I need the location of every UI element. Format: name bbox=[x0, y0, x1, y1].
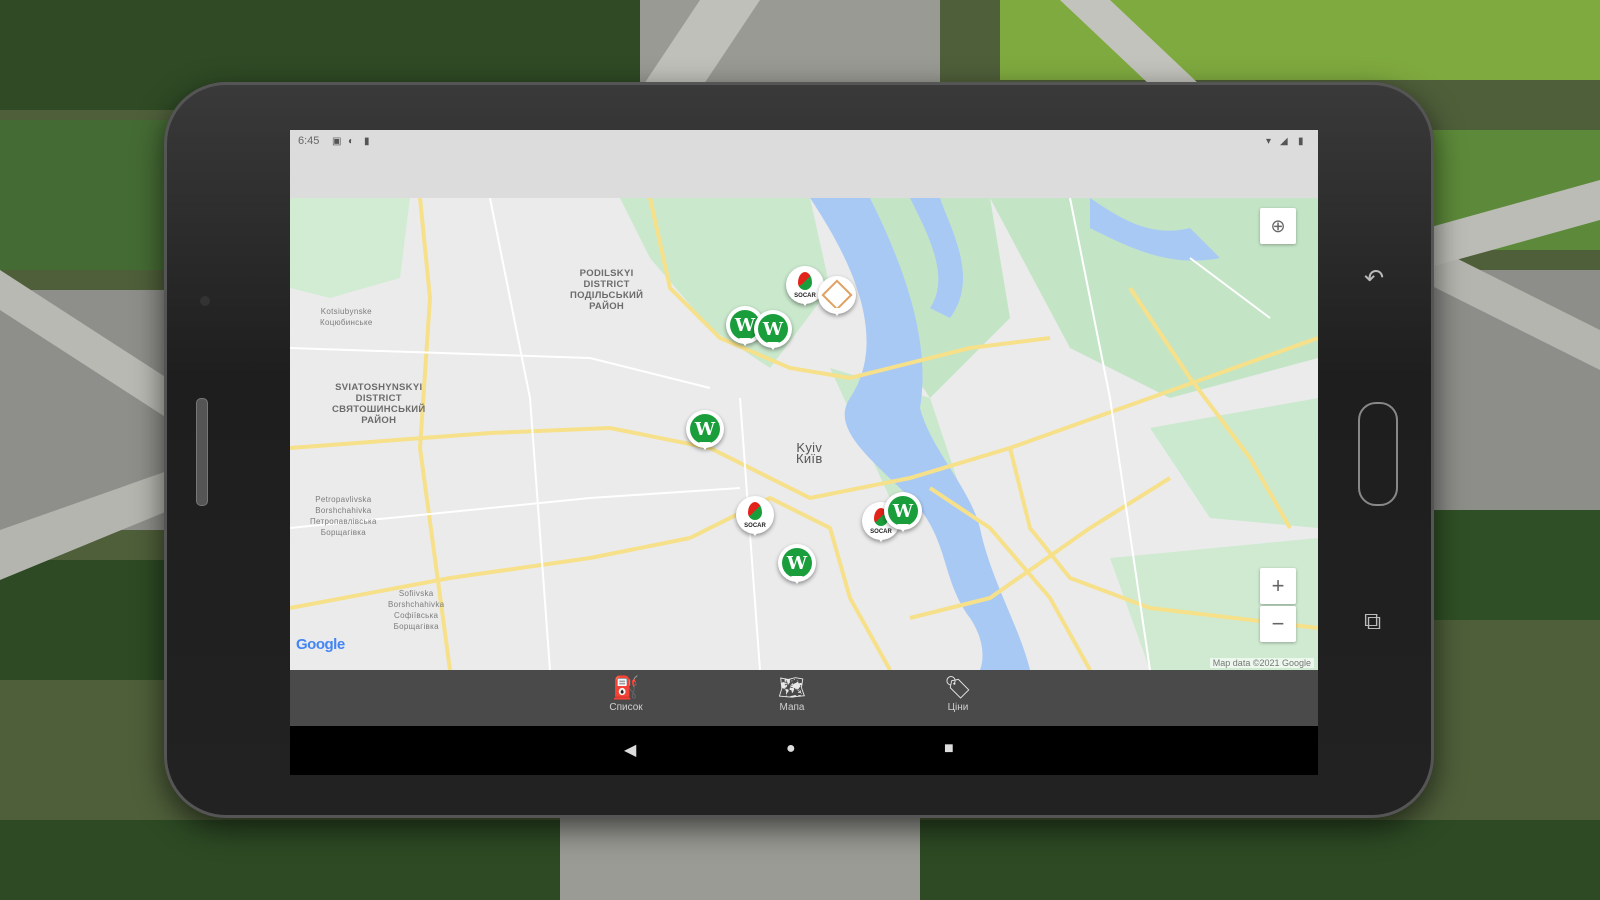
map-label-sofiivska: Sofiivska Borshchahivka Софіївська Борща… bbox=[388, 589, 445, 631]
station-marker-wog[interactable]: W bbox=[754, 310, 792, 350]
signal-icon: ◢ bbox=[1280, 136, 1288, 147]
okko-logo-icon bbox=[821, 279, 853, 311]
map-label-sviatoshynskyi: SVIATOSHYNSKYI DISTRICT СВЯТОШИНСЬКИЙ РА… bbox=[332, 382, 426, 426]
map-label-kotsiubynske: Kotsiubynske Коцюбинське bbox=[320, 307, 373, 327]
map-view[interactable]: PODILSKYI DISTRICT ПОДІЛЬСЬКИЙ РАЙОН SVI… bbox=[290, 198, 1318, 670]
hw-home-button[interactable] bbox=[1358, 402, 1398, 506]
bottom-navigation: ⛽ Список 🗺 Мапа 🏷 Ціни bbox=[290, 670, 1318, 726]
camera-dot bbox=[200, 296, 210, 306]
speaker-grill bbox=[196, 398, 208, 506]
price-tag-icon: 🏷 bbox=[944, 675, 972, 700]
map-label-kyiv: Kyiv Київ bbox=[796, 440, 823, 466]
status-time: 6:45 bbox=[298, 135, 320, 147]
system-navigation-bar: ◀ ● ■ bbox=[290, 726, 1318, 775]
station-marker-wog[interactable]: W bbox=[778, 544, 816, 584]
station-marker-socar[interactable]: SOCAR bbox=[736, 496, 774, 536]
map-icon: 🗺 bbox=[778, 675, 806, 700]
device-screen: 6:45 ▣ ◐ ▮ ▾ ◢ ▮ PODILSKYI DISTRICT ПОДІ… bbox=[290, 130, 1318, 775]
google-logo: Google bbox=[296, 636, 345, 653]
back-icon[interactable]: ◀ bbox=[624, 740, 636, 760]
zoom-out-button[interactable]: − bbox=[1260, 606, 1296, 642]
map-label-petropavlivska: Petropavlivska Borshchahivka Петропавлів… bbox=[310, 495, 377, 537]
recents-icon[interactable]: ■ bbox=[944, 740, 954, 758]
fuel-pump-icon: ⛽ bbox=[612, 675, 640, 700]
notification-icon: ▣ bbox=[332, 136, 342, 147]
battery-saver-icon: ▮ bbox=[364, 136, 370, 147]
socar-flame-icon bbox=[748, 502, 762, 520]
station-marker-wog[interactable]: W bbox=[686, 410, 724, 450]
map-attribution[interactable]: Map data ©2021 Google bbox=[1209, 658, 1314, 668]
battery-icon: ▮ bbox=[1298, 136, 1304, 147]
station-marker-okko[interactable] bbox=[818, 276, 856, 316]
zoom-in-button[interactable]: + bbox=[1260, 568, 1296, 604]
nav-item-list[interactable]: ⛽ Список bbox=[586, 675, 666, 714]
nav-item-map[interactable]: 🗺 Мапа bbox=[752, 675, 832, 714]
status-bar: 6:45 ▣ ◐ ▮ ▾ ◢ ▮ bbox=[290, 130, 1318, 198]
wifi-icon: ▾ bbox=[1266, 136, 1272, 147]
my-location-button[interactable]: ⊕ bbox=[1260, 208, 1296, 244]
socar-flame-icon bbox=[798, 272, 812, 290]
hw-back-icon[interactable]: ↶ bbox=[1364, 264, 1384, 293]
map-label-podilskyi: PODILSKYI DISTRICT ПОДІЛЬСЬКИЙ РАЙОН bbox=[570, 268, 644, 312]
home-icon[interactable]: ● bbox=[786, 740, 796, 758]
sync-icon: ◐ bbox=[348, 136, 355, 147]
nav-item-prices[interactable]: 🏷 Ціни bbox=[918, 675, 998, 714]
hw-recents-icon[interactable]: ⧉ bbox=[1364, 608, 1381, 636]
station-marker-wog[interactable]: W bbox=[884, 492, 922, 532]
